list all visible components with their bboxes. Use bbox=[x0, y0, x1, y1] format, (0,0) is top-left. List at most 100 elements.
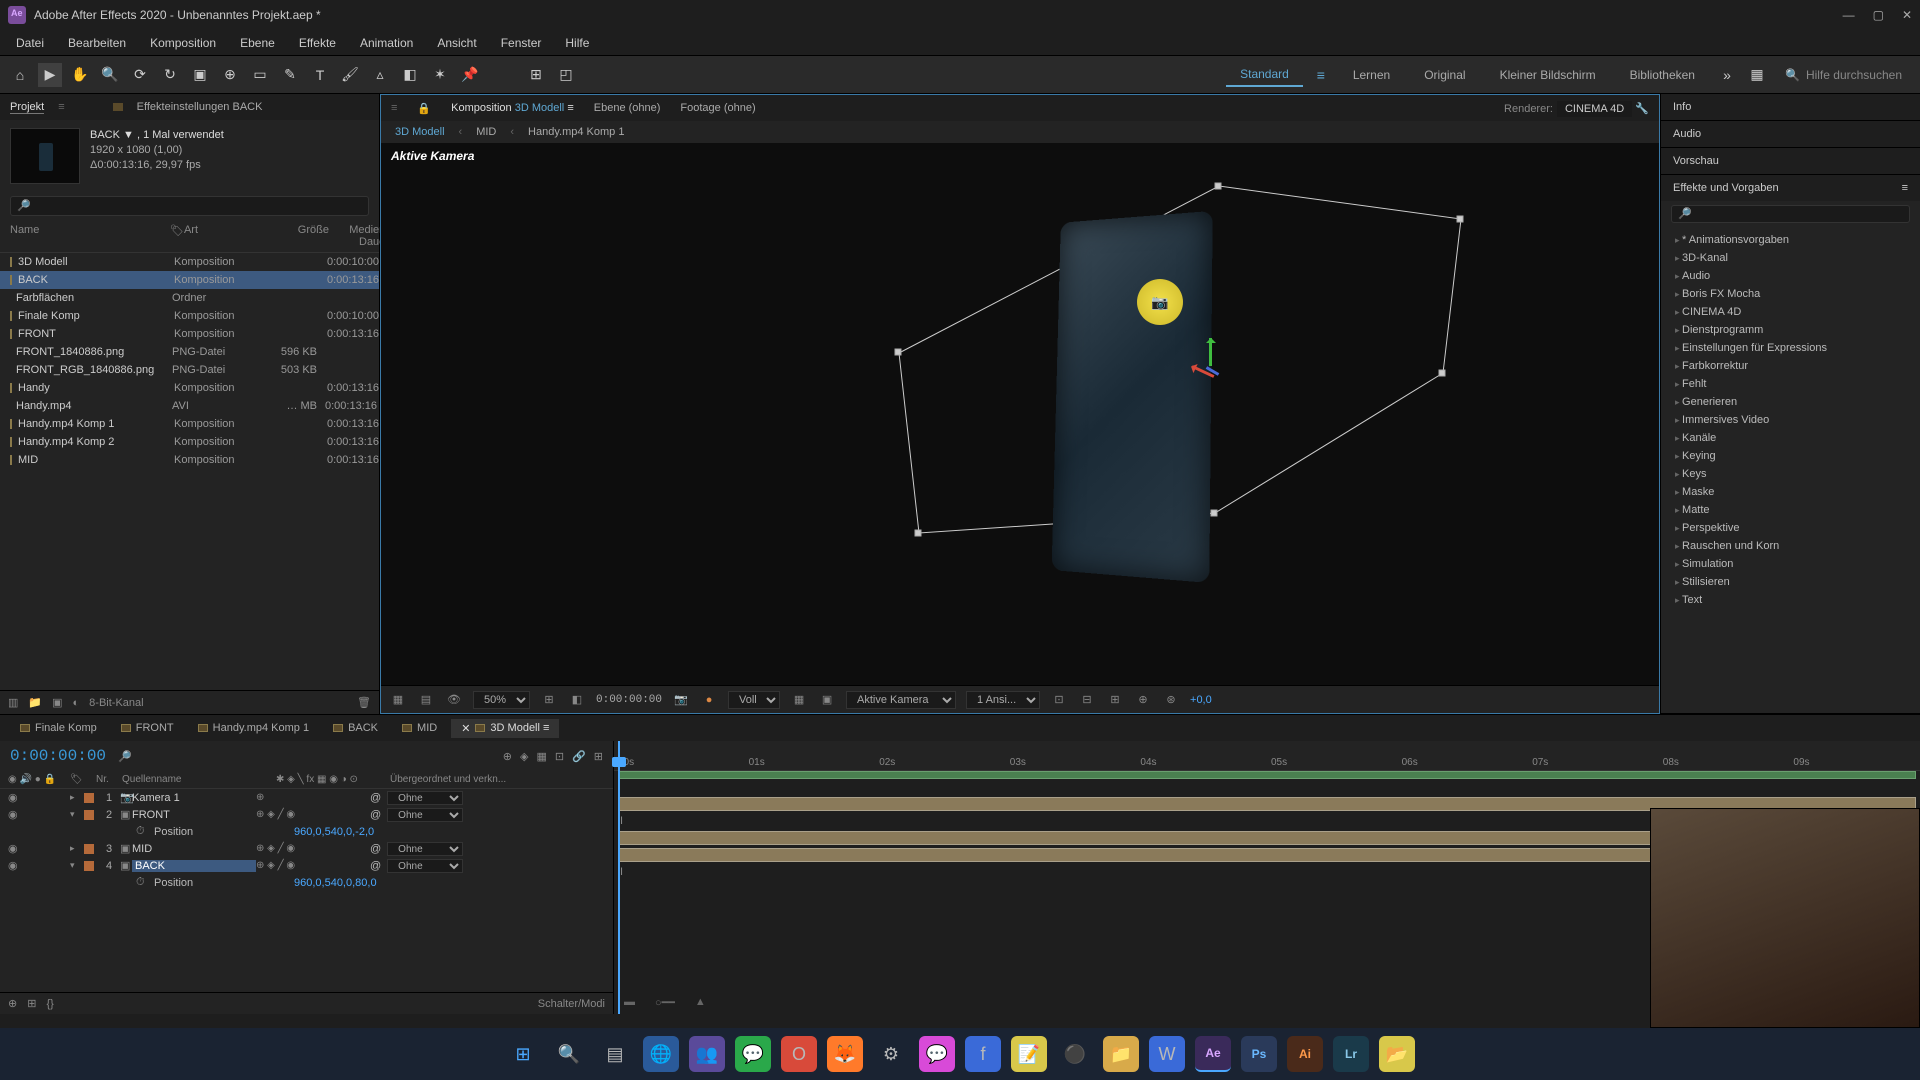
hand-tool-icon[interactable]: ✋ bbox=[68, 63, 92, 87]
search-help[interactable]: 🔍 Hilfe durchsuchen bbox=[1775, 68, 1912, 82]
timeline-timecode[interactable]: 0:00:00:00 bbox=[10, 747, 106, 765]
timeline-tab[interactable]: ✕ 3D Modell ≡ bbox=[451, 719, 559, 738]
res-select[interactable]: Voll bbox=[728, 691, 780, 709]
panel-vorschau[interactable]: Vorschau bbox=[1661, 148, 1920, 174]
taskbar-whatsapp-icon[interactable]: 💬 bbox=[735, 1036, 771, 1072]
workspace-bibliotheken[interactable]: Bibliotheken bbox=[1616, 64, 1709, 86]
timeline-ruler[interactable]: 00s01s02s03s04s05s06s07s08s09s10s bbox=[614, 741, 1920, 771]
3dview-icon[interactable]: ▣ bbox=[818, 692, 836, 708]
effect-category[interactable]: CINEMA 4D bbox=[1661, 303, 1920, 321]
effect-category[interactable]: Boris FX Mocha bbox=[1661, 285, 1920, 303]
panel-audio[interactable]: Audio bbox=[1661, 121, 1920, 147]
zoom-in-icon[interactable]: ▲ bbox=[695, 996, 706, 1008]
layer-list[interactable]: ◉▸1📷Kamera 1⊕@Ohne◉▾2▣FRONT⊕ ◈ ╱ ◉@Ohne⏱… bbox=[0, 789, 613, 891]
rotation-tool-icon[interactable]: ↻ bbox=[158, 63, 182, 87]
col-art[interactable]: Art bbox=[184, 224, 269, 248]
effects-list[interactable]: * Animationsvorgaben3D-KanalAudioBoris F… bbox=[1661, 227, 1920, 613]
phone-3d-object[interactable] bbox=[1052, 211, 1213, 583]
menu-ansicht[interactable]: Ansicht bbox=[427, 32, 486, 54]
timeline-tab[interactable]: BACK bbox=[323, 719, 388, 737]
gizmo-y-axis[interactable] bbox=[1209, 338, 1212, 366]
crumb-0[interactable]: 3D Modell bbox=[395, 126, 445, 138]
home-icon[interactable]: ⌂ bbox=[8, 63, 32, 87]
stopwatch-icon[interactable]: ⏱ bbox=[136, 825, 150, 838]
timeline-tab[interactable]: Finale Komp bbox=[10, 719, 107, 737]
eye-icon[interactable]: ◉ bbox=[8, 791, 22, 804]
menu-hilfe[interactable]: Hilfe bbox=[555, 32, 599, 54]
taskbar-teams-icon[interactable]: 👥 bbox=[689, 1036, 725, 1072]
effect-category[interactable]: Kanäle bbox=[1661, 429, 1920, 447]
tl-icon1[interactable]: ⊕ bbox=[503, 750, 512, 763]
tab-projekt[interactable]: Projekt bbox=[10, 101, 44, 114]
effect-category[interactable]: 3D-Kanal bbox=[1661, 249, 1920, 267]
twist-icon[interactable]: ▸ bbox=[70, 792, 84, 803]
col-parent[interactable]: Übergeordnet und verkn... bbox=[390, 774, 605, 785]
tl-icon2[interactable]: ◈ bbox=[520, 750, 528, 763]
effect-category[interactable]: Generieren bbox=[1661, 393, 1920, 411]
tl-icon4[interactable]: ⊡ bbox=[555, 750, 564, 763]
region-icon[interactable]: ◧ bbox=[568, 692, 586, 708]
zoom-tool-icon[interactable]: 🔍 bbox=[98, 63, 122, 87]
pixel-icon[interactable]: ⊡ bbox=[1050, 692, 1068, 708]
effect-category[interactable]: Simulation bbox=[1661, 555, 1920, 573]
zoom-out-icon[interactable]: ▬ bbox=[624, 996, 635, 1008]
project-item[interactable]: MIDKomposition0:00:13:16 bbox=[0, 451, 379, 469]
taskbar-photoshop-icon[interactable]: Ps bbox=[1241, 1036, 1277, 1072]
effect-category[interactable]: Maske bbox=[1661, 483, 1920, 501]
panel-info[interactable]: Info bbox=[1661, 94, 1920, 120]
project-item[interactable]: FRONT_1840886.pngPNG-Datei596 KB bbox=[0, 343, 379, 361]
newcomp-icon[interactable]: ▣ bbox=[52, 696, 62, 709]
timeline-layer[interactable]: ◉▸3▣MID⊕ ◈ ╱ ◉@Ohne bbox=[0, 840, 613, 857]
parent-select[interactable]: Ohne bbox=[387, 842, 463, 856]
taskbar-search-icon[interactable]: 🔍 bbox=[551, 1036, 587, 1072]
shape-tool-icon[interactable]: ▭ bbox=[248, 63, 272, 87]
project-item[interactable]: Finale KompKomposition0:00:10:00 bbox=[0, 307, 379, 325]
channel-icon[interactable]: ● bbox=[700, 692, 718, 708]
taskbar-app-icon[interactable]: ⚙ bbox=[873, 1036, 909, 1072]
taskbar-explorer-icon[interactable]: 📁 bbox=[1103, 1036, 1139, 1072]
twist-icon[interactable]: ▸ bbox=[70, 843, 84, 854]
effect-category[interactable]: Keying bbox=[1661, 447, 1920, 465]
effects-search-input[interactable] bbox=[1671, 205, 1910, 223]
timeline-layer[interactable]: ◉▾2▣FRONT⊕ ◈ ╱ ◉@Ohne bbox=[0, 806, 613, 823]
vtab-komposition[interactable]: Komposition 3D Modell ≡ bbox=[451, 102, 574, 114]
taskbar-opera-icon[interactable]: O bbox=[781, 1036, 817, 1072]
menu-effekte[interactable]: Effekte bbox=[289, 32, 346, 54]
renderer-selector[interactable]: Renderer:CINEMA 4D 🔧 bbox=[1504, 102, 1649, 115]
taskbar-windows-icon[interactable]: ⊞ bbox=[505, 1036, 541, 1072]
selection-tool-icon[interactable]: ▶ bbox=[38, 63, 62, 87]
close-icon[interactable]: ✕ bbox=[1902, 8, 1912, 22]
snap-icon[interactable]: ⊞ bbox=[524, 63, 548, 87]
workspace-menu-icon[interactable]: ≡ bbox=[1309, 63, 1333, 87]
tlfoot-icon1[interactable]: ⊕ bbox=[8, 997, 17, 1010]
fast-icon[interactable]: ⊟ bbox=[1078, 692, 1096, 708]
effect-category[interactable]: Keys bbox=[1661, 465, 1920, 483]
tab-effekteinstellungen[interactable]: Effekteinstellungen BACK bbox=[137, 101, 263, 113]
vtab-footage[interactable]: Footage (ohne) bbox=[680, 102, 755, 114]
effect-category[interactable]: Fehlt bbox=[1661, 375, 1920, 393]
taskbar-illustrator-icon[interactable]: Ai bbox=[1287, 1036, 1323, 1072]
menu-fenster[interactable]: Fenster bbox=[491, 32, 552, 54]
effect-category[interactable]: Matte bbox=[1661, 501, 1920, 519]
puppet-tool-icon[interactable]: 📌 bbox=[458, 63, 482, 87]
tab-projekt-menu-icon[interactable]: ≡ bbox=[58, 101, 64, 113]
project-item[interactable]: Handy.mp4 Komp 1Komposition0:00:13:16 bbox=[0, 415, 379, 433]
col-nr[interactable]: Nr. bbox=[96, 774, 122, 785]
taskbar-edge-icon[interactable]: 🌐 bbox=[643, 1036, 679, 1072]
effect-category[interactable]: Immersives Video bbox=[1661, 411, 1920, 429]
workspace-kleiner[interactable]: Kleiner Bildschirm bbox=[1486, 64, 1610, 86]
col-name[interactable]: Name bbox=[10, 224, 170, 248]
panel-effects[interactable]: Effekte und Vorgaben ≡ bbox=[1661, 175, 1920, 201]
work-area-bar[interactable] bbox=[618, 771, 1916, 779]
project-item[interactable]: FRONTKomposition0:00:13:16 bbox=[0, 325, 379, 343]
col-quellenname[interactable]: Quellenname bbox=[122, 774, 276, 785]
effect-category[interactable]: Text bbox=[1661, 591, 1920, 609]
crumb-2[interactable]: Handy.mp4 Komp 1 bbox=[528, 126, 624, 138]
camera-marker-icon[interactable]: 📷 bbox=[1137, 279, 1183, 325]
eye-icon[interactable]: ◉ bbox=[8, 842, 22, 855]
project-item[interactable]: Handy.mp4AVI… MB0:00:13:16 bbox=[0, 397, 379, 415]
bpc-label[interactable]: 8-Bit-Kanal bbox=[89, 697, 143, 709]
grid-icon[interactable]: ▤ bbox=[417, 692, 435, 708]
snap2-icon[interactable]: ◰ bbox=[554, 63, 578, 87]
workspace-original[interactable]: Original bbox=[1410, 64, 1479, 86]
